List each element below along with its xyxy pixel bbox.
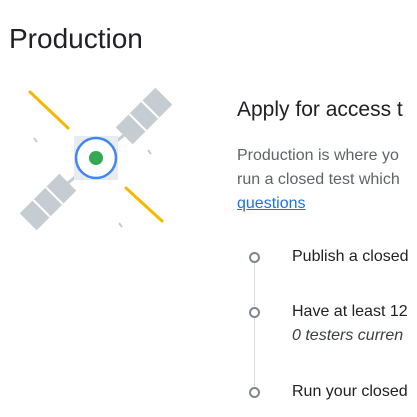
production-page: Production Apply for access t Production… (0, 0, 417, 417)
ray-bottom-right (124, 186, 164, 223)
apply-section: Apply for access t Production is where y… (237, 96, 417, 216)
step-dot-icon (249, 252, 260, 263)
description-line-2: run a closed test which (237, 171, 400, 188)
step-label: Run your closed (292, 383, 408, 400)
satellite-icon (19, 87, 173, 231)
step-label: Have at least 12 (292, 303, 408, 320)
page-title: Production (9, 22, 143, 54)
questions-link[interactable]: questions (237, 195, 306, 212)
step-sublabel: 0 testers curren (292, 327, 404, 344)
apply-heading: Apply for access t (237, 98, 403, 121)
apply-description: Production is where yo run a closed test… (237, 144, 417, 216)
timeline-connector (254, 262, 255, 392)
step-dot-icon (249, 387, 260, 398)
satellite-core (89, 151, 103, 165)
step-label: Publish a closed (292, 248, 409, 265)
ray-top-left (28, 90, 70, 130)
step-dot-icon (249, 307, 260, 318)
description-line-1: Production is where yo (237, 147, 399, 164)
